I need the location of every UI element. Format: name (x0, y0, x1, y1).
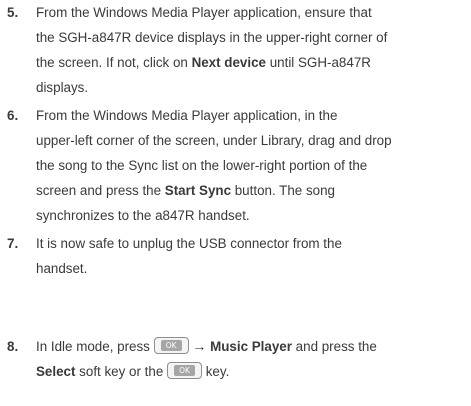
select-label: Select (36, 364, 76, 379)
right-arrow-icon: → (192, 338, 207, 354)
text-line: Select soft key or the OK key. (36, 362, 230, 379)
music-player-label: Music Player (210, 339, 292, 354)
step-number: 8. (7, 339, 19, 354)
step-text: From the Windows Media Player applicatio… (36, 103, 468, 228)
text-line: handset. (36, 261, 88, 276)
text-line: synchronizes to the a847R handset. (36, 208, 250, 223)
text-line: In Idle mode, press OK → Music Player an… (36, 334, 468, 359)
step-text: In Idle mode, press OK → Music Player an… (36, 334, 468, 384)
text-line: the SGH-a847R device displays in the upp… (36, 30, 388, 45)
text-line: screen and press the Start Sync button. … (36, 183, 335, 198)
text-line: From the Windows Media Player applicatio… (36, 108, 338, 123)
step-number: 5. (7, 5, 19, 20)
text-line: displays. (36, 80, 89, 95)
instruction-page: 5. From the Windows Media Player applica… (0, 0, 471, 406)
text-line: the screen. If not, click on Next device… (36, 55, 371, 70)
text-line: From the Windows Media Player applicatio… (36, 5, 372, 20)
start-sync-label: Start Sync (164, 183, 232, 198)
next-device-label: Next device (191, 55, 266, 70)
ok-key-icon: OK (153, 337, 189, 354)
text-line: upper-left corner of the screen, under L… (36, 133, 392, 148)
step-text: It is now safe to unplug the USB connect… (36, 231, 468, 281)
step-number: 6. (7, 108, 19, 123)
text-line: the song to the Sync list on the lower-r… (36, 158, 368, 173)
ok-key-icon: OK (167, 362, 202, 379)
text-line: It is now safe to unplug the USB connect… (36, 236, 342, 251)
step-number: 7. (7, 236, 19, 251)
step-text: From the Windows Media Player applicatio… (36, 0, 468, 100)
